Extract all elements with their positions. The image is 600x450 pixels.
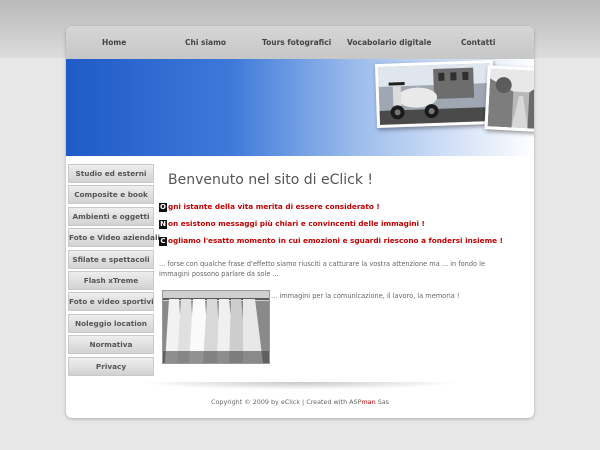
street-photo bbox=[484, 65, 534, 133]
quote-line: Non esistono messaggi più chiari e convi… bbox=[159, 219, 425, 229]
nav-home[interactable]: Home bbox=[102, 38, 126, 47]
quote-line: Cogliamo l'esatto momento in cui emozion… bbox=[159, 236, 503, 246]
sidebar-item-studio-ed-esterni[interactable]: Studio ed esterni bbox=[68, 164, 154, 183]
nav-vocabolario-digitale[interactable]: Vocabolario digitale bbox=[347, 38, 431, 47]
scooter-photo bbox=[374, 59, 496, 129]
sidebar-item-normativa[interactable]: Normativa bbox=[68, 335, 154, 355]
sidebar-item-privacy[interactable]: Privacy bbox=[68, 356, 154, 376]
tagline-text: ... immagini per la comunicazione, il la… bbox=[271, 292, 460, 300]
sidebar-item-composite-e-book[interactable]: Composite e book bbox=[68, 185, 154, 205]
footer-divider bbox=[138, 382, 462, 390]
sidebar-item-foto-e-video-sportivi[interactable]: Foto e video sportivi bbox=[68, 292, 154, 312]
quote-text: on esistono messaggi più chiari e convin… bbox=[168, 219, 425, 228]
drop-cap: O bbox=[159, 202, 167, 212]
sidebar-item-sfilate-e-spettacoli[interactable]: Sfilate e spettacoli bbox=[68, 249, 154, 269]
sidebar-menu: Studio ed esterni Composite e book Ambie… bbox=[68, 164, 160, 378]
sidebar-item-ambienti-e-oggetti[interactable]: Ambienti e oggetti bbox=[68, 206, 154, 226]
clothing-rack-photo bbox=[162, 290, 270, 364]
quote-text: gni istante della vita merita di essere … bbox=[168, 202, 380, 211]
asp-man-accent: man bbox=[361, 398, 376, 406]
header-banner bbox=[66, 59, 534, 156]
drop-cap: N bbox=[159, 219, 167, 229]
page-container: Home Chi siamo Tours fotografici Vocabol… bbox=[66, 26, 534, 418]
drop-cap: C bbox=[159, 236, 167, 246]
main-nav: Home Chi siamo Tours fotografici Vocabol… bbox=[66, 26, 534, 59]
nav-tours-fotografici[interactable]: Tours fotografici bbox=[262, 38, 331, 47]
nav-contatti[interactable]: Contatti bbox=[461, 38, 495, 47]
quote-text: ogliamo l'esatto momento in cui emozioni… bbox=[168, 236, 503, 245]
intro-paragraph: ... forse con qualche frase d'effetto si… bbox=[159, 260, 486, 278]
footer: Copyright © 2009 by eClick | Created wit… bbox=[66, 398, 534, 406]
quote-line: Ogni istante della vita merita di essere… bbox=[159, 202, 380, 212]
copyright-text: Copyright © 2009 by eClick | Created wit… bbox=[211, 398, 362, 406]
page-title: Benvenuto nel sito di eClick ! bbox=[168, 172, 374, 188]
sidebar-item-noleggio-location[interactable]: Noleggio location bbox=[68, 313, 154, 333]
nav-chi-siamo[interactable]: Chi siamo bbox=[185, 38, 226, 47]
sidebar-item-flash-xtreme[interactable]: Flash xTreme bbox=[68, 270, 154, 290]
sidebar-item-foto-e-video-aziendali[interactable]: Foto e Video aziendali bbox=[68, 228, 160, 248]
copyright-suffix: Sas bbox=[375, 398, 389, 406]
